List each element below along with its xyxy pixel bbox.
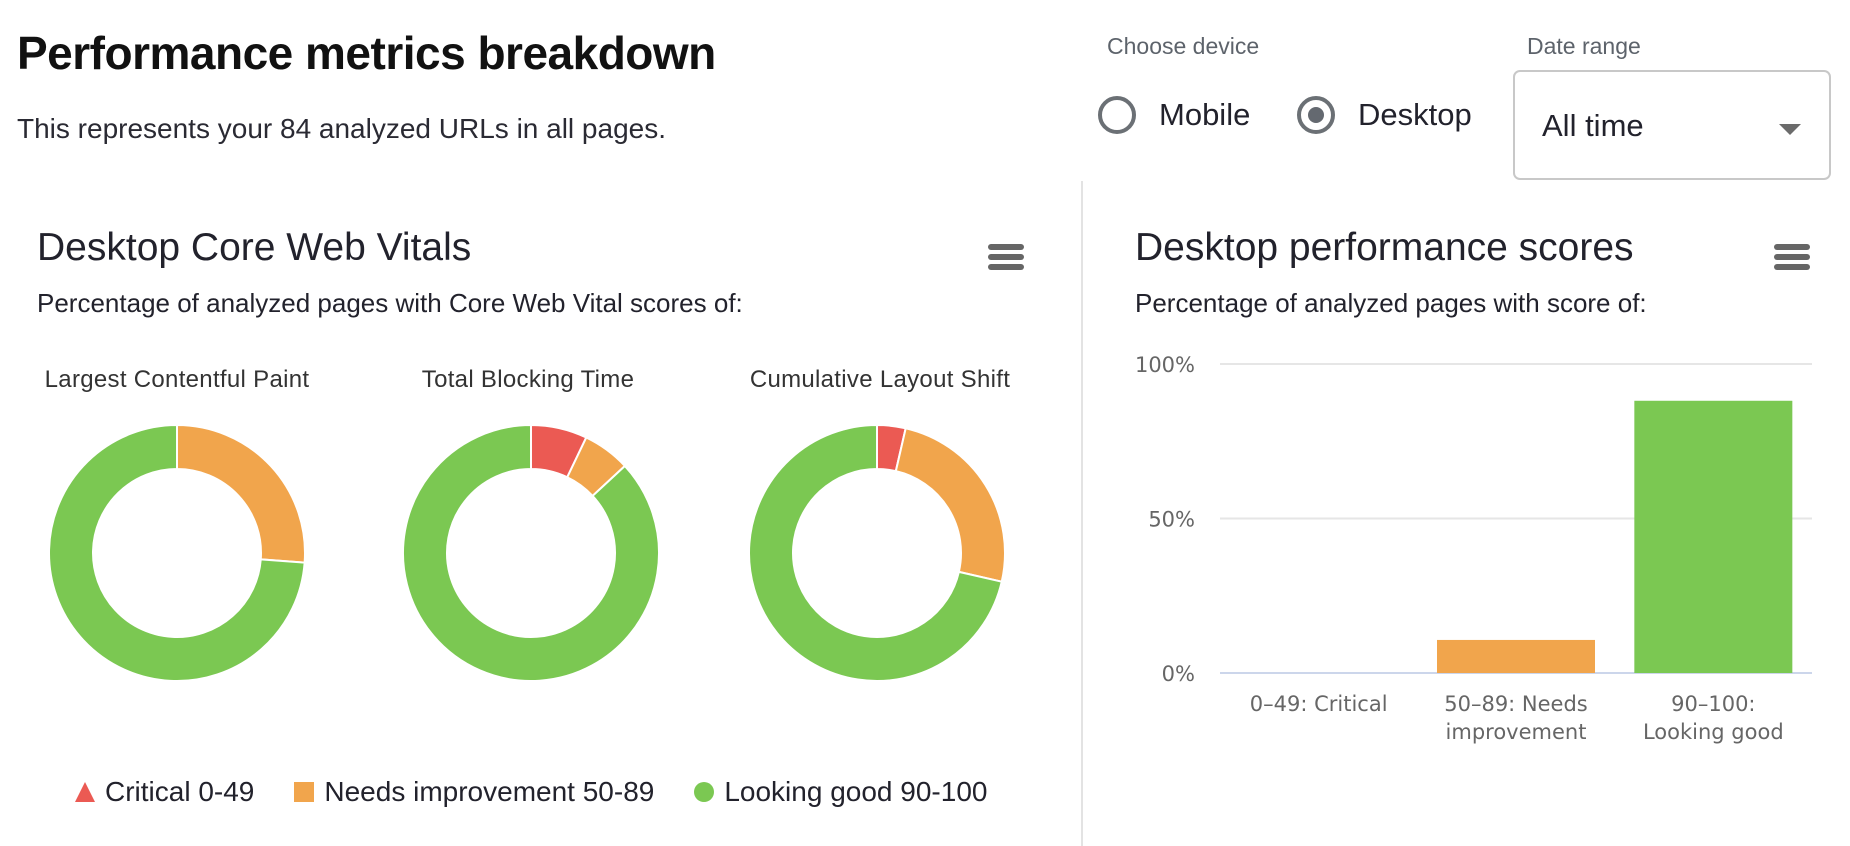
panel-divider — [1081, 181, 1083, 846]
date-range-value[interactable]: All time — [1542, 108, 1644, 144]
legend-item-critical[interactable]: Critical 0-49 — [75, 776, 254, 808]
x-category-label: 0–49: Critical — [1250, 692, 1388, 716]
core-web-vitals-donuts — [48, 423, 1006, 682]
y-tick-label: 50% — [1148, 508, 1195, 532]
donut-title-cls: Cumulative Layout Shift — [749, 366, 1011, 393]
performance-scores-bar-chart: 0% 50% 100% 0–49: Critical 50–89: Needs impro… — [1135, 353, 1812, 744]
x-category-label: improvement — [1446, 720, 1587, 744]
core-web-vitals-subtitle: Percentage of analyzed pages with Core W… — [37, 288, 743, 318]
radio-desktop[interactable]: Desktop — [1297, 92, 1472, 138]
legend-label-good: Looking good 90-100 — [724, 776, 988, 807]
date-range-label: Date range — [1527, 33, 1641, 59]
x-category-label: 50–89: Needs — [1444, 692, 1588, 716]
date-range-select[interactable]: All time — [1513, 70, 1831, 180]
circle-icon — [694, 782, 715, 802]
page-title: Performance metrics breakdown — [17, 27, 716, 79]
radio-mobile-label[interactable]: Mobile — [1159, 97, 1250, 133]
donut-slice-cls-needs-improvement[interactable] — [894, 427, 1006, 583]
bar-needs-improvement[interactable] — [1437, 639, 1595, 673]
legend-label-needs-improvement: Needs improvement 50-89 — [324, 776, 655, 807]
chart-legend: Critical 0-49 Needs improvement 50-89 Lo… — [75, 776, 1027, 808]
legend-label-critical: Critical 0-49 — [105, 776, 255, 807]
legend-item-needs-improvement[interactable]: Needs improvement 50-89 — [294, 776, 654, 808]
radio-unchecked-icon[interactable] — [1098, 96, 1136, 134]
legend-item-good[interactable]: Looking good 90-100 — [694, 776, 987, 808]
x-category-label: 90–100: — [1671, 692, 1755, 716]
hamburger-menu-icon[interactable] — [988, 244, 1024, 272]
performance-scores-title: Desktop performance scores — [1135, 226, 1634, 269]
square-icon — [294, 782, 315, 802]
caret-down-icon[interactable] — [1779, 124, 1801, 135]
y-tick-label: 100% — [1135, 353, 1195, 377]
triangle-icon — [75, 782, 95, 802]
radio-checked-icon[interactable] — [1297, 96, 1335, 134]
donut-title-lcp: Largest Contentful Paint — [44, 366, 310, 393]
hamburger-menu-icon[interactable] — [1774, 244, 1810, 272]
page-subtitle: This represents your 84 analyzed URLs in… — [17, 113, 667, 144]
x-category-label: Looking good — [1643, 720, 1784, 744]
radio-desktop-label[interactable]: Desktop — [1358, 97, 1472, 133]
donut-title-tbt: Total Blocking Time — [421, 366, 635, 393]
donut-slice-lcp-needs-improvement[interactable] — [176, 423, 306, 564]
bar-good[interactable] — [1634, 400, 1793, 673]
y-tick-label: 0% — [1162, 662, 1195, 686]
core-web-vitals-title: Desktop Core Web Vitals — [37, 226, 472, 269]
device-chooser-label: Choose device — [1107, 33, 1260, 59]
performance-scores-subtitle: Percentage of analyzed pages with score … — [1135, 288, 1647, 318]
radio-mobile[interactable]: Mobile — [1098, 92, 1250, 138]
